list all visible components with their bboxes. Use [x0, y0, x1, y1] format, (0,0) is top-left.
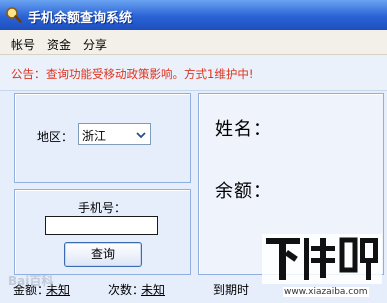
menu-account[interactable]: 帐号	[11, 36, 35, 53]
chevron-down-icon	[136, 132, 146, 139]
balance-label: 余额：	[215, 181, 272, 202]
count-value[interactable]: 未知	[141, 281, 165, 298]
menu-bar: 帐号 资金 分享	[0, 30, 387, 55]
name-label: 姓名：	[215, 119, 272, 140]
region-value: 浙江	[82, 129, 107, 143]
menu-share[interactable]: 分享	[83, 36, 107, 53]
menu-funds[interactable]: 资金	[47, 36, 71, 53]
phone-input[interactable]	[45, 216, 158, 235]
xiazaiba-url: www.xiazaiba.com	[283, 287, 369, 297]
window-title: 手机余额查询系统	[28, 11, 133, 26]
phone-label: 手机号：	[78, 201, 127, 215]
notice-text: 查询功能受移动政策影响。方式1维护中!	[46, 67, 254, 81]
notice-bar: 公告： 查询功能受移动政策影响。方式1维护中!	[0, 55, 387, 91]
notice-label: 公告：	[11, 67, 46, 81]
count-label: 次数：	[108, 283, 145, 297]
magnifier-icon	[6, 7, 22, 23]
region-label: 地区：	[37, 130, 74, 144]
baidu-watermark: Bai百科	[8, 274, 54, 288]
query-button[interactable]: 查询	[64, 242, 142, 267]
expiry-label: 到期时	[213, 283, 250, 297]
region-select[interactable]: 浙江	[78, 123, 151, 145]
xiazaiba-logo	[262, 234, 382, 284]
title-bar[interactable]: 手机余额查询系统	[0, 0, 387, 30]
